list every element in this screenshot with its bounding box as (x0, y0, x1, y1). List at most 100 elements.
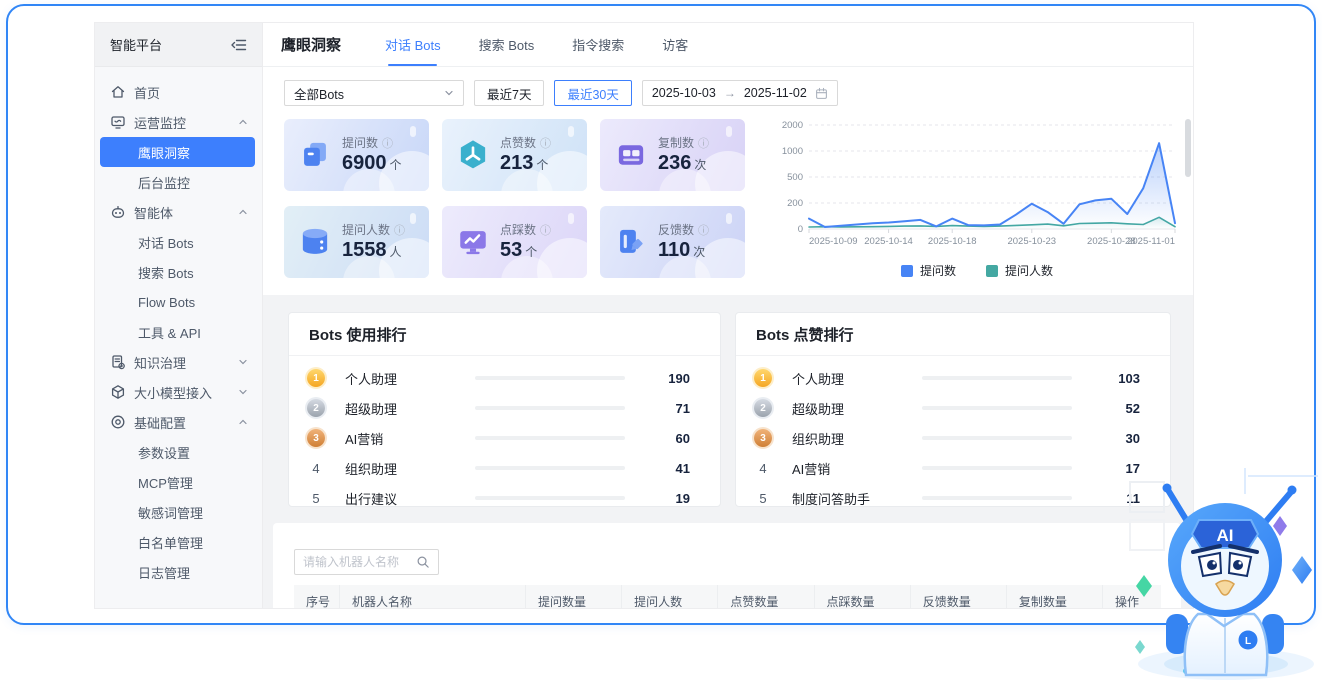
sidebar-item-label: 敏感词管理 (138, 503, 203, 522)
rank-cell: 2 (307, 399, 337, 417)
rank-cell: 5 (754, 491, 784, 506)
sidebar-item[interactable]: 基础配置 (95, 407, 262, 437)
sidebar-item[interactable]: 首页 (95, 77, 262, 107)
sidebar-item[interactable]: 白名单管理 (95, 527, 262, 557)
svg-text:2025-10-18: 2025-10-18 (928, 236, 977, 247)
sidebar-item[interactable]: 智能体 (95, 197, 262, 227)
table-column-header: 提问数量 (526, 585, 622, 608)
bot-search-box (294, 549, 439, 575)
rank-value: 30 (1072, 431, 1150, 446)
chevron-up-icon (238, 207, 248, 217)
rank-cell: 5 (307, 491, 337, 506)
bot-name: 组织助理 (784, 429, 922, 448)
rank-number: 5 (754, 491, 772, 506)
ranking-row: 2超级助理71 (307, 393, 700, 423)
sidebar-item-label: Flow Bots (138, 295, 195, 310)
stat-value-unit: 人 (390, 245, 402, 259)
sidebar-item[interactable]: 工具 & API (95, 317, 262, 347)
stat-value-unit: 次 (693, 245, 705, 259)
info-icon[interactable]: ⓘ (698, 135, 709, 151)
ranking-row: 1个人助理190 (307, 363, 700, 393)
stat-value-number: 213 (500, 152, 533, 174)
ranking-row: 3AI营销60 (307, 423, 700, 453)
bot-search-input[interactable] (303, 555, 416, 569)
chevron-up-icon (238, 117, 248, 127)
svg-text:500: 500 (787, 172, 803, 183)
rank-bar-track (475, 496, 625, 500)
sidebar-item[interactable]: 搜索 Bots (95, 257, 262, 287)
sidebar-item-label: 鹰眼洞察 (138, 143, 190, 162)
files-icon (298, 138, 332, 172)
rank-value: 19 (625, 491, 700, 506)
cloud-decor (726, 126, 732, 137)
tab-2[interactable]: 搜索 Bots (479, 23, 535, 66)
rank-value: 103 (1072, 371, 1150, 386)
bot-name: 制度问答助手 (784, 489, 922, 508)
stat-card: 点赞数ⓘ213个 (442, 119, 587, 191)
ranking-panel-title: Bots 点赞排行 (736, 313, 1170, 356)
overview-panel: 全部Bots 最近7天 最近30天 2025-10-03 → 2025-11-0… (263, 67, 1193, 295)
rank-value: 190 (625, 371, 700, 386)
sidebar-item[interactable]: 后台监控 (95, 167, 262, 197)
sidebar-item[interactable]: 运营监控 (95, 107, 262, 137)
range-30d-button[interactable]: 最近30天 (554, 80, 631, 106)
info-icon[interactable]: ⓘ (394, 222, 405, 238)
copy-icon (614, 138, 648, 172)
stat-card: 提问数ⓘ6900个 (284, 119, 429, 191)
ranking-list: 1个人助理1902超级助理713AI营销604组织助理415出行建议19 (289, 356, 720, 507)
page: 智能平台 首页运营监控鹰眼洞察后台监控智能体对话 Bots搜索 BotsFlow… (0, 0, 1322, 683)
date-range-picker[interactable]: 2025-10-03 → 2025-11-02 (642, 80, 838, 106)
stat-card-label: 反馈数ⓘ (658, 221, 709, 238)
stat-card-label: 提问数ⓘ (342, 134, 402, 151)
legend-item[interactable]: 提问数 (901, 262, 956, 279)
rank-value: 52 (1072, 401, 1150, 416)
top-header: 鹰眼洞察 对话 Bots搜索 Bots指令搜索访客 (263, 23, 1193, 67)
table-column-header: 点赞数量 (718, 585, 814, 608)
sidebar-item[interactable]: Flow Bots (95, 287, 262, 317)
bot-select[interactable]: 全部Bots (284, 80, 464, 106)
trend-chart-canvas: 0200500100020002025-10-092025-10-142025-… (773, 119, 1183, 253)
ranking-row: 3 组织助理 30 (754, 423, 1150, 453)
stat-card-value: 53个 (500, 239, 551, 263)
stat-label-text: 点赞数 (500, 134, 536, 151)
info-icon[interactable]: ⓘ (698, 222, 709, 238)
sidebar-item[interactable]: 敏感词管理 (95, 497, 262, 527)
sidebar-item[interactable]: 大小模型接入 (95, 377, 262, 407)
info-icon[interactable]: ⓘ (540, 222, 551, 238)
info-icon[interactable]: ⓘ (382, 135, 393, 151)
content-scroll-area: 全部Bots 最近7天 最近30天 2025-10-03 → 2025-11-0… (263, 67, 1193, 608)
stat-card-body: 点踩数ⓘ53个 (500, 221, 551, 263)
legend-item[interactable]: 提问人数 (986, 262, 1053, 279)
chevron-up-icon (238, 417, 248, 427)
sidebar-item[interactable]: 知识治理 (95, 347, 262, 377)
tab-1[interactable]: 对话 Bots (385, 23, 441, 66)
rank-cell: 1 (754, 369, 784, 387)
sidebar-item-label: 日志管理 (138, 563, 190, 582)
sidebar-item[interactable]: 对话 Bots (95, 227, 262, 257)
medal-icon: 1 (307, 369, 325, 387)
sidebar-item[interactable]: 参数设置 (95, 437, 262, 467)
rank-bar-track (922, 436, 1072, 440)
info-icon[interactable]: ⓘ (540, 135, 551, 151)
stat-cards-grid: 提问数ⓘ6900个点赞数ⓘ213个复制数ⓘ236次提问人数ⓘ1558人点踩数ⓘ5… (284, 119, 745, 279)
medal-icon: 2 (307, 399, 325, 417)
range-7d-button[interactable]: 最近7天 (474, 80, 544, 106)
stat-card-body: 提问人数ⓘ1558人 (342, 221, 405, 263)
medal-icon: 3 (754, 429, 772, 447)
svg-text:1000: 1000 (782, 146, 803, 157)
rank-bar-track (475, 436, 625, 440)
sidebar-nav: 首页运营监控鹰眼洞察后台监控智能体对话 Bots搜索 Bots Flow Bots… (95, 67, 262, 608)
stat-card: 复制数ⓘ236次 (600, 119, 745, 191)
collapse-sidebar-icon[interactable] (230, 36, 248, 54)
sidebar-item[interactable]: MCP管理 (95, 467, 262, 497)
tab-4[interactable]: 访客 (662, 23, 688, 66)
rank-cell: 4 (754, 461, 784, 476)
sidebar-item[interactable]: 日志管理 (95, 557, 262, 587)
date-start: 2025-10-03 (652, 86, 716, 100)
tab-3[interactable]: 指令搜索 (572, 23, 624, 66)
rank-bar-track (922, 466, 1072, 470)
sidebar-header: 智能平台 (95, 23, 262, 67)
vertical-scrollbar-thumb[interactable] (1185, 119, 1191, 177)
sidebar-item-active[interactable]: 鹰眼洞察 (100, 137, 255, 167)
bots-table-panel: 序号机器人名称提问数量提问人数点赞数量点踩数量反馈数量复制数量操作 (273, 523, 1181, 608)
